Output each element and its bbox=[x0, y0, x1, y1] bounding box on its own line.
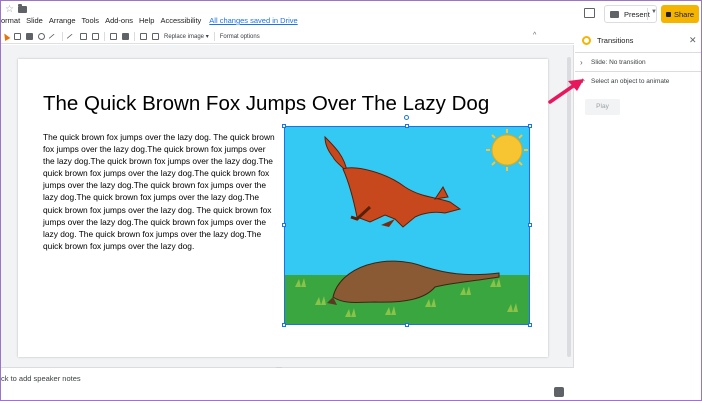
comment-icon[interactable] bbox=[584, 8, 595, 18]
fox-illustration bbox=[285, 127, 529, 324]
speaker-notes[interactable]: ··· ck to add speaker notes bbox=[1, 365, 574, 400]
present-divider bbox=[647, 8, 648, 20]
image-icon[interactable] bbox=[26, 33, 33, 40]
present-icon bbox=[610, 10, 619, 18]
top-bar: ☆ ormat Slide Arrange Tools Add-ons Help… bbox=[1, 1, 701, 29]
rotate-handle[interactable] bbox=[404, 115, 409, 120]
select-cursor-icon[interactable] bbox=[1, 31, 11, 42]
present-label: Present bbox=[624, 9, 650, 19]
reset-image-icon[interactable] bbox=[152, 33, 159, 40]
fox-image[interactable] bbox=[284, 126, 530, 325]
menu-bar: ormat Slide Arrange Tools Add-ons Help A… bbox=[1, 16, 304, 25]
menu-add-ons[interactable]: Add-ons bbox=[105, 16, 133, 25]
slide-transition-label: Slide: No transition bbox=[591, 59, 646, 66]
menu-accessibility[interactable]: Accessibility bbox=[160, 16, 201, 25]
select-object-label: Select an object to animate bbox=[591, 78, 670, 85]
slide-canvas: The Quick Brown Fox Jumps Over The Lazy … bbox=[1, 45, 574, 367]
crop-icon[interactable] bbox=[140, 33, 147, 40]
share-button[interactable]: Share bbox=[661, 5, 699, 23]
close-icon[interactable]: ✕ bbox=[689, 35, 697, 46]
format-options-button[interactable]: Format options bbox=[220, 34, 260, 40]
menu-tools[interactable]: Tools bbox=[82, 16, 100, 25]
line-icon[interactable] bbox=[48, 33, 59, 43]
transitions-panel: Transitions ✕ › Slide: No transition + S… bbox=[575, 29, 701, 400]
transitions-icon bbox=[582, 36, 591, 45]
border-weight-icon[interactable] bbox=[80, 33, 87, 40]
saved-status-link[interactable]: All changes saved in Drive bbox=[209, 16, 297, 25]
resize-handle-w[interactable] bbox=[282, 223, 286, 227]
share-label: Share bbox=[673, 9, 694, 19]
menu-slide[interactable]: Slide bbox=[26, 16, 43, 25]
shape-icon[interactable] bbox=[38, 33, 45, 40]
slide-transition-row[interactable]: › Slide: No transition bbox=[575, 54, 701, 72]
menu-format[interactable]: ormat bbox=[1, 16, 20, 25]
speaker-notes-placeholder[interactable]: ck to add speaker notes bbox=[1, 374, 81, 383]
resize-handle-ne[interactable] bbox=[528, 124, 532, 128]
app-window: ☆ ormat Slide Arrange Tools Add-ons Help… bbox=[0, 0, 702, 401]
present-button[interactable]: Present ▼ bbox=[604, 5, 657, 23]
toolbar: Replace image ▾ Format options ^ bbox=[1, 30, 574, 44]
chevron-up-icon[interactable]: ^ bbox=[533, 32, 536, 39]
menu-arrange[interactable]: Arrange bbox=[49, 16, 76, 25]
sun-icon bbox=[486, 129, 528, 171]
slide-title[interactable]: The Quick Brown Fox Jumps Over The Lazy … bbox=[43, 92, 489, 116]
text-box-icon[interactable] bbox=[14, 33, 21, 40]
link-icon[interactable] bbox=[110, 33, 117, 40]
resize-handle-nw[interactable] bbox=[282, 124, 286, 128]
panel-header: Transitions ✕ bbox=[575, 29, 701, 53]
slide[interactable]: The Quick Brown Fox Jumps Over The Lazy … bbox=[18, 59, 548, 357]
drag-handle[interactable]: ··· bbox=[276, 365, 282, 371]
chevron-down-icon[interactable]: ▼ bbox=[651, 9, 657, 15]
pointer-arrow-icon bbox=[548, 79, 584, 104]
resize-handle-s[interactable] bbox=[405, 323, 409, 327]
chevron-right-icon: › bbox=[580, 58, 583, 67]
play-button[interactable]: Play bbox=[585, 99, 620, 115]
resize-handle-sw[interactable] bbox=[282, 323, 286, 327]
folder-icon[interactable] bbox=[18, 4, 27, 13]
add-icon[interactable] bbox=[554, 387, 564, 397]
toolbar-divider bbox=[134, 32, 135, 41]
resize-handle-e[interactable] bbox=[528, 223, 532, 227]
pen-icon[interactable] bbox=[66, 33, 77, 43]
lock-icon bbox=[665, 11, 671, 17]
comment-add-icon[interactable] bbox=[122, 33, 129, 40]
replace-image-button[interactable]: Replace image ▾ bbox=[164, 33, 209, 40]
panel-title: Transitions bbox=[597, 36, 634, 45]
star-icon[interactable]: ☆ bbox=[5, 4, 14, 15]
border-dash-icon[interactable] bbox=[92, 33, 99, 40]
menu-help[interactable]: Help bbox=[139, 16, 154, 25]
resize-handle-se[interactable] bbox=[528, 323, 532, 327]
slide-body-text[interactable]: The quick brown fox jumps over the lazy … bbox=[43, 131, 279, 252]
select-object-row[interactable]: + Select an object to animate bbox=[575, 73, 701, 91]
toolbar-divider bbox=[213, 32, 215, 41]
resize-handle-n[interactable] bbox=[405, 124, 409, 128]
toolbar-divider bbox=[104, 32, 105, 41]
toolbar-divider bbox=[62, 32, 63, 41]
